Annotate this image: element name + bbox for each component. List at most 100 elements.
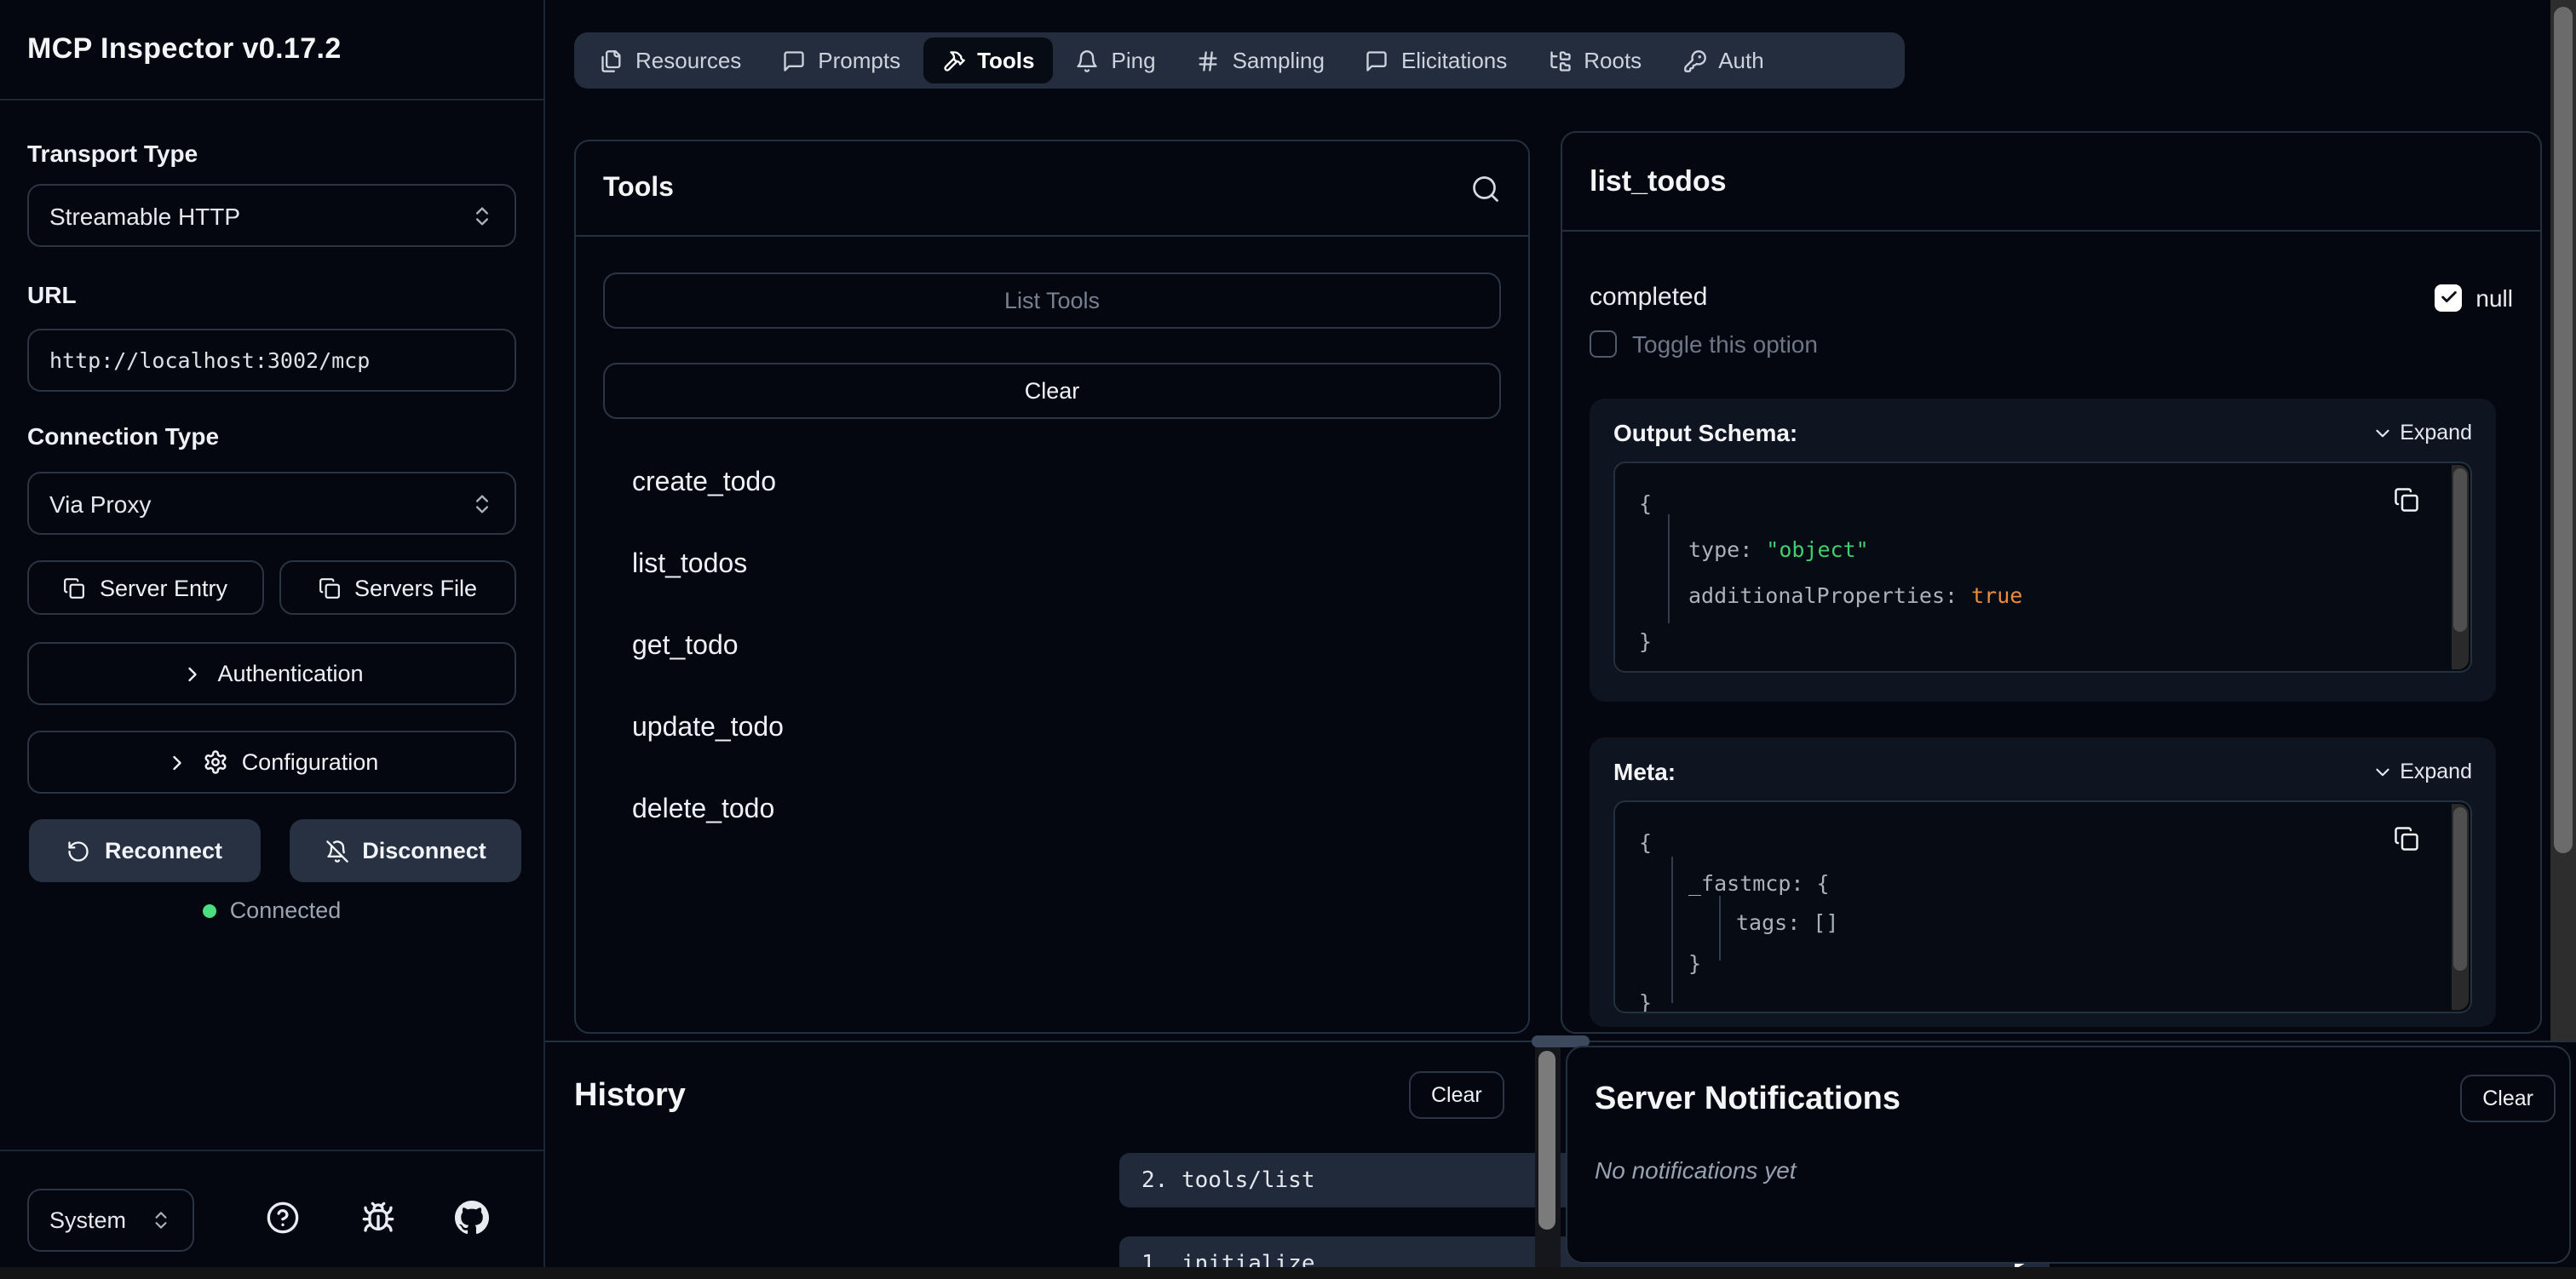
indent-guide <box>1668 514 1670 623</box>
transport-type-value: Streamable HTTP <box>49 202 470 229</box>
disconnect-button[interactable]: Disconnect <box>290 819 521 882</box>
output-schema-expand-button[interactable]: Expand <box>2371 421 2472 444</box>
files-icon <box>600 49 624 72</box>
copy-icon[interactable] <box>2394 487 2419 513</box>
page-scrollbar-thumb[interactable] <box>2554 7 2573 853</box>
tab-label: Sampling <box>1233 48 1325 73</box>
connection-type-select[interactable]: Via Proxy <box>27 472 516 535</box>
github-icon[interactable] <box>455 1201 489 1235</box>
meta-expand-button[interactable]: Expand <box>2371 760 2472 783</box>
server-notifications-title: Server Notifications <box>1595 1081 1900 1119</box>
sidebar-footer: System <box>0 1150 543 1279</box>
tab-label: Resources <box>635 48 741 73</box>
message-square-icon <box>1366 49 1389 72</box>
tab-label: Elicitations <box>1401 48 1507 73</box>
status-label: Connected <box>230 898 342 923</box>
output-schema-card: Output Schema: Expand { type:"object" ad… <box>1590 399 2496 702</box>
chevrons-up-down-icon <box>470 491 494 515</box>
code-scrollbar[interactable] <box>2452 465 2469 669</box>
history-clear-button[interactable]: Clear <box>1409 1071 1504 1119</box>
reconnect-button[interactable]: Reconnect <box>29 819 261 882</box>
tab-roots[interactable]: Roots <box>1529 37 1660 83</box>
indent-guide <box>1671 857 1673 1003</box>
chevron-right-icon <box>165 750 189 774</box>
null-checkbox-checked[interactable] <box>2435 284 2462 311</box>
param-row-completed: completed null <box>1590 283 2513 312</box>
param-name: completed <box>1590 283 1707 312</box>
meta-code: { _fastmcp: { tags: [] } } <box>1615 802 2470 1013</box>
app-title: MCP Inspector v0.17.2 <box>27 32 342 66</box>
bottom-scrollbar-strip <box>0 1267 2576 1279</box>
meta-codebox: { _fastmcp: { tags: [] } } <box>1613 800 2472 1013</box>
bug-icon[interactable] <box>361 1201 395 1235</box>
tab-tools[interactable]: Tools <box>923 37 1053 83</box>
history-clear-label: Clear <box>1431 1083 1482 1107</box>
tool-list-item[interactable]: delete_todo <box>603 770 1501 852</box>
tab-auth[interactable]: Auth <box>1664 37 1783 83</box>
tab-sampling[interactable]: Sampling <box>1178 37 1343 83</box>
tab-resources[interactable]: Resources <box>581 37 760 83</box>
list-tools-button[interactable]: List Tools <box>603 272 1501 329</box>
url-input[interactable]: http://localhost:3002/mcp <box>27 329 516 392</box>
search-icon[interactable] <box>1470 173 1501 204</box>
tool-list-item[interactable]: get_todo <box>603 606 1501 688</box>
copy-icon <box>64 576 86 599</box>
tool-list-item[interactable]: update_todo <box>603 688 1501 770</box>
server-entry-button[interactable]: Server Entry <box>27 560 264 615</box>
theme-value: System <box>49 1207 150 1233</box>
folder-tree-icon <box>1548 49 1572 72</box>
tab-elicitations[interactable]: Elicitations <box>1347 37 1526 83</box>
transport-type-select[interactable]: Streamable HTTP <box>27 184 516 247</box>
tab-ping[interactable]: Ping <box>1057 37 1175 83</box>
no-notifications-message: No notifications yet <box>1595 1156 1797 1184</box>
servers-file-button[interactable]: Servers File <box>279 560 516 615</box>
null-label: null <box>2475 284 2513 311</box>
tools-panel: Tools List Tools Clear create_todo list_… <box>574 140 1530 1034</box>
history-entry-label: 2. tools/list <box>1141 1167 1315 1193</box>
authentication-button[interactable]: Authentication <box>27 642 516 705</box>
server-notifications-panel: Server Notifications Clear No notificati… <box>1566 1046 2571 1264</box>
theme-select[interactable]: System <box>27 1189 194 1252</box>
clear-tools-button[interactable]: Clear <box>603 363 1501 419</box>
toggle-option-row: Toggle this option <box>1590 330 2513 358</box>
tab-label: Prompts <box>818 48 900 73</box>
tab-label: Roots <box>1584 48 1642 73</box>
list-tools-label: List Tools <box>1004 288 1100 313</box>
message-square-icon <box>782 49 806 72</box>
hash-icon <box>1197 49 1221 72</box>
tab-prompts[interactable]: Prompts <box>763 37 919 83</box>
connection-type-value: Via Proxy <box>49 490 470 517</box>
history-title: History <box>574 1078 686 1116</box>
help-circle-icon[interactable] <box>266 1201 300 1235</box>
output-schema-codebox: { type:"object" additionalProperties:tru… <box>1613 462 2472 673</box>
output-schema-code: { type:"object" additionalProperties:tru… <box>1615 463 2470 673</box>
output-schema-label: Output Schema: <box>1613 419 1797 446</box>
toggle-checkbox-unchecked[interactable] <box>1590 330 1617 358</box>
reconnect-label: Reconnect <box>105 838 222 863</box>
clear-tools-label: Clear <box>1025 378 1080 404</box>
tools-panel-title: Tools <box>603 173 674 204</box>
tab-label: Ping <box>1112 48 1156 73</box>
expand-label: Expand <box>2400 421 2472 444</box>
tool-detail-title: list_todos <box>1590 164 1727 198</box>
tool-list: create_todo list_todos get_todo update_t… <box>603 443 1501 852</box>
configuration-label: Configuration <box>242 749 379 775</box>
meta-label: Meta: <box>1613 758 1676 785</box>
notifications-clear-button[interactable]: Clear <box>2460 1075 2556 1122</box>
notifications-clear-label: Clear <box>2482 1087 2533 1110</box>
configuration-button[interactable]: Configuration <box>27 731 516 794</box>
copy-icon[interactable] <box>2394 826 2419 852</box>
bell-off-icon <box>325 839 348 863</box>
bell-icon <box>1076 49 1100 72</box>
tool-list-item[interactable]: list_todos <box>603 525 1501 606</box>
key-icon <box>1682 49 1706 72</box>
server-entry-label: Server Entry <box>100 575 227 600</box>
tool-list-item[interactable]: create_todo <box>603 443 1501 525</box>
authentication-label: Authentication <box>217 661 363 686</box>
chevron-down-icon <box>2371 760 2393 783</box>
url-label: URL <box>27 281 504 308</box>
sidebar-header: MCP Inspector v0.17.2 <box>0 0 543 100</box>
history-scrollbar-thumb[interactable] <box>1538 1051 1555 1230</box>
meta-card: Meta: Expand { _fastmcp: { tags: [] } } <box>1590 737 2496 1027</box>
code-scrollbar[interactable] <box>2452 804 2469 1010</box>
